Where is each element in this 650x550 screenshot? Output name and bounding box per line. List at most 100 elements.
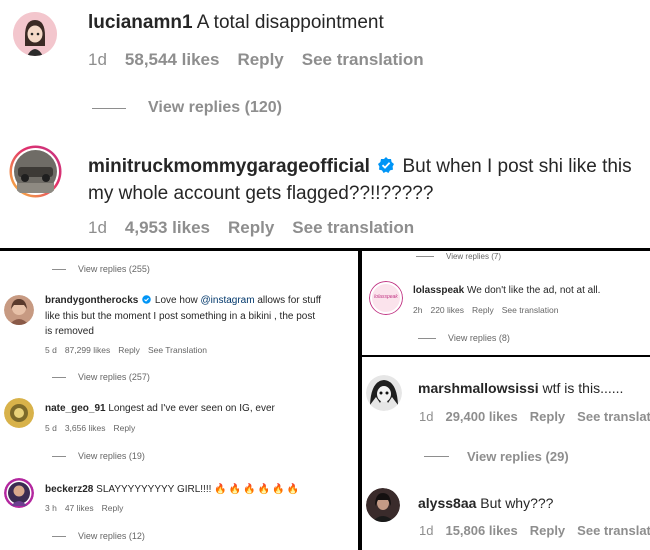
timestamp: 2h: [413, 305, 423, 315]
comment-meta: 5 d 87,299 likes Reply See Translation: [45, 345, 221, 355]
comment-text: SLAYYYYYYYYY GIRL!!!!: [96, 484, 212, 495]
comment-minitruck-line1: minitruckmommygarageofficial But when I …: [88, 156, 632, 178]
view-replies-label: View replies (8): [448, 333, 510, 343]
avatar-minitruckmommygarageofficial[interactable]: [9, 145, 62, 198]
reply-button[interactable]: Reply: [228, 218, 274, 237]
left-panel: View replies (255) brandygontherocks Lov…: [0, 251, 358, 550]
username[interactable]: minitruckmommygarageofficial: [88, 156, 370, 177]
timestamp: 1d: [419, 523, 434, 538]
avatar-beckerz28[interactable]: [4, 478, 34, 508]
comment-meta: 2h 220 likes Reply See translation: [413, 305, 572, 315]
see-translation-button[interactable]: See translat: [577, 523, 650, 538]
like-count[interactable]: 15,806 likes: [445, 523, 517, 538]
profile-photo-icon: [4, 398, 34, 428]
view-replies-label: View replies (257): [78, 372, 150, 382]
username[interactable]: alyss8aa: [418, 495, 476, 511]
like-count[interactable]: 29,400 likes: [445, 409, 517, 424]
comment-brandygontherocks-line2: like this but the moment I post somethin…: [45, 311, 316, 322]
cartoon-girl-avatar-icon: [13, 12, 57, 56]
reply-button[interactable]: Reply: [118, 345, 140, 355]
view-replies-button[interactable]: View replies (257): [52, 372, 150, 382]
view-replies-button[interactable]: View replies (120): [92, 99, 282, 117]
username[interactable]: marshmallowsissi: [418, 380, 539, 396]
view-replies-button[interactable]: View replies (8): [418, 333, 510, 343]
see-translation-button[interactable]: See translation: [292, 218, 414, 237]
comment-meta: 1d 29,400 likes Reply See translat: [419, 409, 650, 424]
timestamp: 1d: [419, 409, 434, 424]
see-translation-button[interactable]: See translation: [502, 305, 559, 315]
username[interactable]: beckerz28: [45, 484, 93, 495]
like-count[interactable]: 58,544 likes: [125, 50, 220, 69]
view-replies-button[interactable]: View replies (29): [424, 449, 569, 464]
like-count[interactable]: 87,299 likes: [65, 345, 110, 355]
reply-button[interactable]: Reply: [102, 503, 124, 513]
like-count[interactable]: 47 likes: [65, 503, 94, 513]
reply-button[interactable]: Reply: [472, 305, 494, 315]
comment-text: allows for stuff: [254, 295, 322, 307]
like-count[interactable]: 4,953 likes: [125, 218, 210, 237]
timestamp: 5 d: [45, 423, 57, 433]
comment-alyss8aa: alyss8aa But why???: [418, 495, 553, 511]
comment-beckerz28: beckerz28 SLAYYYYYYYYY GIRL!!!! 🔥🔥🔥🔥🔥🔥: [45, 484, 301, 495]
comment-meta: 3 h 47 likes Reply: [45, 503, 137, 513]
view-replies-button[interactable]: View replies (19): [52, 451, 145, 461]
fire-emoji: 🔥🔥🔥🔥🔥🔥: [214, 484, 301, 495]
timestamp: 1d: [88, 50, 107, 69]
comment-meta: 5 d 3,656 likes Reply: [45, 423, 149, 433]
view-replies-label: View replies (255): [78, 264, 150, 274]
timestamp: 3 h: [45, 503, 57, 513]
bottom-right-panel: marshmallowsissi wtf is this...... 1d 29,…: [362, 357, 650, 550]
profile-photo-icon: [366, 488, 400, 522]
profile-photo-icon: [4, 478, 34, 508]
view-replies-button[interactable]: View replies (12): [52, 531, 145, 541]
username[interactable]: nate_geo_91: [45, 403, 106, 414]
reply-button[interactable]: Reply: [530, 523, 565, 538]
comment-text: Longest ad I've ever seen on IG, ever: [108, 403, 275, 414]
avatar-lucianamn1[interactable]: [13, 12, 57, 56]
comment-meta: 1d 4,953 likes Reply See translation: [88, 218, 428, 238]
timestamp: 1d: [88, 218, 107, 237]
verified-badge-icon: [378, 157, 395, 174]
comment-text: A total disappointment: [196, 12, 384, 33]
comment-minitruck-line2: my whole account gets flagged??!!?????: [88, 183, 434, 204]
comment-brandygontherocks-line1: brandygontherocks Love how @instagram al…: [45, 295, 321, 306]
anime-drawing-avatar-icon: [366, 375, 402, 411]
view-replies-label: View replies (19): [78, 451, 145, 461]
view-replies-button[interactable]: View replies (255): [52, 264, 150, 274]
like-count[interactable]: 220 likes: [430, 305, 464, 315]
profile-photo-icon: [9, 145, 62, 198]
comment-nate_geo_91: nate_geo_91 Longest ad I've ever seen on…: [45, 403, 275, 414]
view-replies-label: View replies (120): [148, 99, 282, 116]
view-replies-label: View replies (12): [78, 531, 145, 541]
see-translation-button[interactable]: See translation: [302, 50, 424, 69]
comment-meta: 1d 15,806 likes Reply See translat: [419, 523, 650, 538]
avatar-brandygontherocks[interactable]: [4, 295, 34, 325]
reply-button[interactable]: Reply: [237, 50, 283, 69]
verified-badge-icon: [142, 295, 151, 304]
mention-link[interactable]: @instagram: [201, 295, 255, 306]
reply-button[interactable]: Reply: [113, 423, 135, 433]
profile-photo-icon: [4, 295, 34, 325]
timestamp: 5 d: [45, 345, 57, 355]
reply-thread-line: [92, 107, 126, 109]
comment-lucianamn1: lucianamn1 A total disappointment: [88, 12, 384, 34]
avatar-lolasspeak[interactable]: lolasspeak: [369, 281, 403, 315]
avatar-nate_geo_91[interactable]: [4, 398, 34, 428]
see-translation-button[interactable]: See Translation: [148, 345, 207, 355]
view-replies-button[interactable]: View replies (7): [416, 252, 501, 261]
reply-button[interactable]: Reply: [530, 409, 565, 424]
username[interactable]: brandygontherocks: [45, 295, 138, 306]
avatar-alyss8aa[interactable]: [366, 488, 400, 522]
username[interactable]: lolasspeak: [413, 285, 464, 296]
comment-brandygontherocks-line3: is removed: [45, 326, 94, 337]
see-translation-button[interactable]: See translat: [577, 409, 650, 424]
comment-text: Love how: [154, 295, 201, 307]
middle-right-panel: View replies (7) lolasspeak lolasspeak W…: [362, 251, 650, 355]
comment-marshmallowsissi: marshmallowsissi wtf is this......: [418, 380, 623, 396]
comment-meta: 1d 58,544 likes Reply See translation: [88, 50, 438, 70]
avatar-marshmallowsissi[interactable]: [366, 375, 402, 411]
view-replies-label: View replies (29): [467, 449, 569, 464]
top-panel: lucianamn1 A total disappointment 1d 58,5…: [0, 0, 650, 248]
like-count[interactable]: 3,656 likes: [65, 423, 106, 433]
username[interactable]: lucianamn1: [88, 12, 193, 33]
